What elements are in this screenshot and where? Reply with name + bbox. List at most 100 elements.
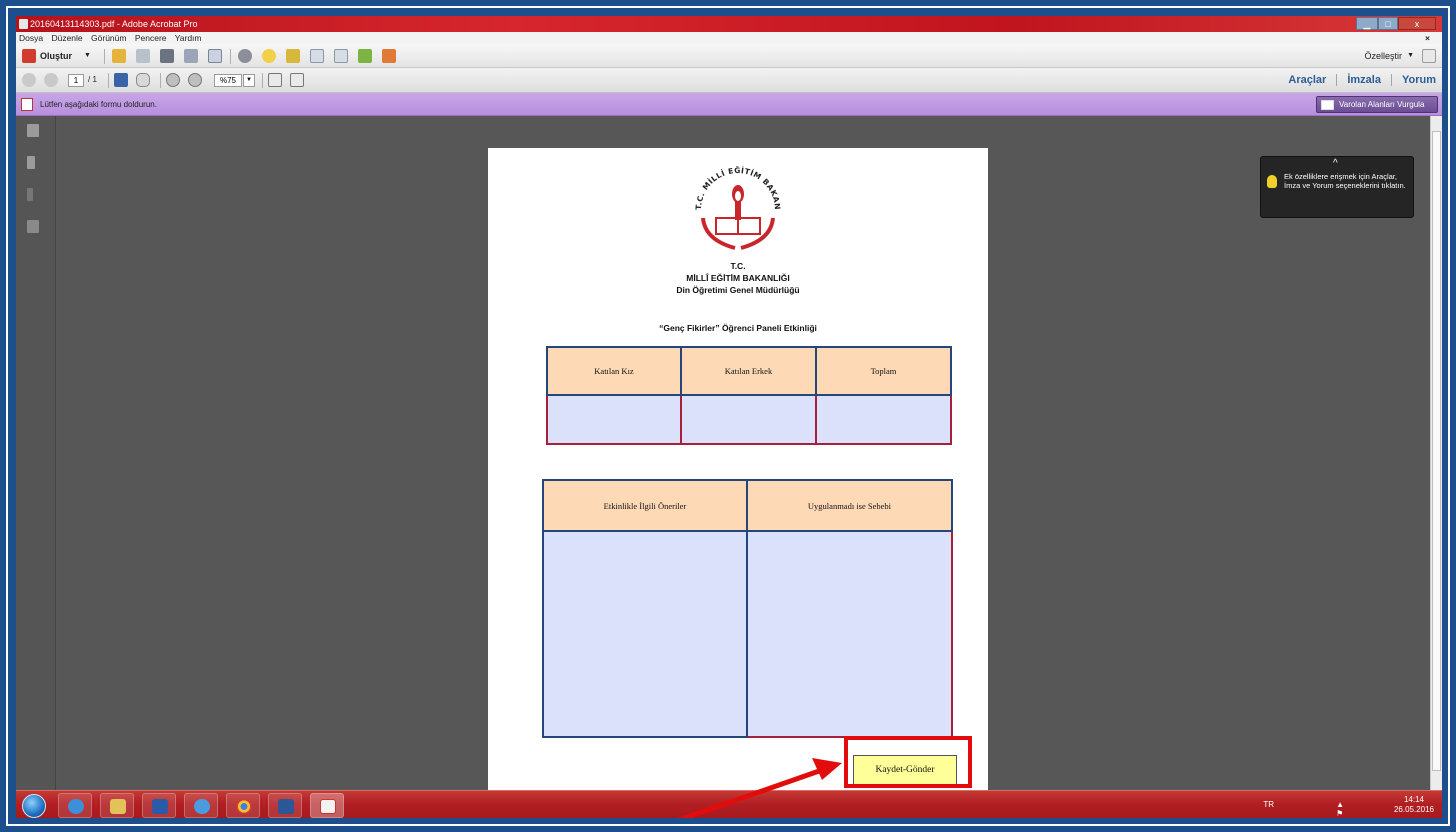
create-dropdown-chevron-icon[interactable]: ▼ <box>84 48 91 64</box>
taskbar-file-explorer[interactable] <box>100 793 134 818</box>
close-button[interactable]: x <box>1398 17 1436 30</box>
form-message-text: Lütfen aşağıdaki formu doldurun. <box>40 100 157 109</box>
create-pdf-icon[interactable] <box>22 49 36 63</box>
fit-page-icon[interactable] <box>268 73 282 87</box>
suggestions-field[interactable] <box>542 530 748 738</box>
callout-highlight-box <box>844 736 972 788</box>
customize-chevron-icon[interactable]: ▼ <box>1407 48 1414 64</box>
acrobat-app-icon <box>19 19 28 29</box>
word-icon <box>278 799 294 814</box>
close-document-button[interactable]: × <box>1425 32 1430 44</box>
create-button[interactable]: Oluştur <box>40 48 72 64</box>
zoom-out-icon[interactable] <box>166 73 180 87</box>
pdf-page: T.C. MİLLİ EĞİTİM BAKANLIĞI T.C. MİLLÎ E… <box>488 148 988 793</box>
clock-time: 14:14 <box>1403 795 1424 804</box>
collapse-caret-icon[interactable]: ^ <box>1333 159 1338 169</box>
taskbar-internet-explorer[interactable] <box>58 793 92 818</box>
customize-button[interactable]: Özelleştir <box>1364 48 1402 64</box>
form-document-icon <box>21 98 33 111</box>
language-indicator[interactable]: TR <box>1263 800 1274 809</box>
window-controls: ▁ □ x <box>1356 17 1436 30</box>
menu-item-edit[interactable]: Düzenle <box>51 33 82 43</box>
tooltip-text: Ek özelliklere erişmek için Araçlar, İmz… <box>1284 172 1406 190</box>
header-tc: T.C. <box>730 261 746 271</box>
page-number-input[interactable]: 1 <box>68 74 84 87</box>
next-page-icon[interactable] <box>44 73 58 87</box>
tools-link[interactable]: Araçlar <box>1288 74 1326 86</box>
attachments-paperclip-icon[interactable] <box>27 188 33 201</box>
select-cursor-icon[interactable] <box>114 73 128 87</box>
open-folder-icon[interactable] <box>112 49 126 63</box>
clock[interactable]: 14:14 26.05.2016 <box>1394 795 1434 815</box>
table-header-total: Toplam <box>815 346 952 396</box>
comment-link[interactable]: Yorum <box>1402 74 1436 86</box>
table-header-boys: Katılan Erkek <box>680 346 817 396</box>
zoom-dropdown-chevron-icon[interactable]: ▼ <box>243 74 255 87</box>
form-message-bar: Lütfen aşağıdaki formu doldurun. Varolan… <box>16 93 1442 116</box>
vertical-scrollbar[interactable] <box>1430 116 1442 790</box>
suggestions-table: Etkinlikle İlgili Öneriler Uygulanmadı i… <box>542 479 954 738</box>
taskbar-chrome[interactable] <box>226 793 260 818</box>
page-total-label: / 1 <box>88 75 97 84</box>
acrobat-pdf-icon <box>320 799 336 814</box>
zoom-in-icon[interactable] <box>188 73 202 87</box>
hand-tool-icon[interactable] <box>136 73 150 87</box>
fullscreen-expand-icon[interactable] <box>1422 49 1436 63</box>
start-button-icon[interactable] <box>22 794 46 818</box>
window-title-bar: 20160413114303.pdf - Adobe Acrobat Pro ▁… <box>16 16 1442 32</box>
menu-item-help[interactable]: Yardım <box>175 33 202 43</box>
zoom-level-input[interactable]: %75 <box>214 74 242 87</box>
participants-table: Katılan Kız Katılan Erkek Toplam <box>546 346 952 445</box>
menu-item-file[interactable]: Dosya <box>19 33 43 43</box>
bookmarks-icon[interactable] <box>27 156 35 169</box>
export-document-icon[interactable] <box>358 49 372 63</box>
email-icon[interactable] <box>208 49 222 63</box>
header-directorate: Din Öğretimi Genel Müdürlüğü <box>676 285 800 295</box>
highlight-fields-label: Varolan Alanları Vurgula <box>1339 100 1425 109</box>
save-icon[interactable] <box>136 49 150 63</box>
page-thumbnails-icon[interactable] <box>27 124 39 137</box>
svg-text:T.C. MİLLİ EĞİTİM BAKANLIĞI: T.C. MİLLİ EĞİTİM BAKANLIĞI <box>683 158 782 210</box>
fit-width-icon[interactable] <box>290 73 304 87</box>
girls-count-field[interactable] <box>546 394 682 445</box>
edit-document-icon[interactable] <box>184 49 198 63</box>
chrome-icon <box>236 799 252 814</box>
highlight-fields-icon <box>1321 100 1334 110</box>
browser-icon <box>194 799 210 814</box>
form-document-icon[interactable] <box>382 49 396 63</box>
highlight-pen-icon[interactable] <box>286 49 300 63</box>
left-navigation-panel <box>16 116 56 790</box>
header-ministry: MİLLÎ EĞİTİM BAKANLIĞI <box>686 273 790 283</box>
table-header-girls: Katılan Kız <box>546 346 682 396</box>
scrollbar-thumb[interactable] <box>1432 131 1441 771</box>
signatures-icon[interactable] <box>27 220 39 233</box>
table-header-suggestions: Etkinlikle İlgili Öneriler <box>542 479 748 532</box>
previous-page-icon[interactable] <box>22 73 36 87</box>
taskbar-acrobat[interactable] <box>310 793 344 818</box>
menu-item-view[interactable]: Görünüm <box>91 33 126 43</box>
maximize-button[interactable]: □ <box>1378 17 1398 30</box>
table-header-reason: Uygulanmadı ise Sebebi <box>745 479 954 532</box>
print-icon[interactable] <box>160 49 174 63</box>
comment-bubble-icon[interactable] <box>262 49 276 63</box>
tray-icons[interactable]: ▲ ⚑ ▭ ◂) <box>1336 800 1344 818</box>
total-count-field[interactable] <box>815 394 952 445</box>
internet-explorer-icon <box>68 799 84 814</box>
settings-gear-icon[interactable] <box>238 49 252 63</box>
menu-item-window[interactable]: Pencere <box>135 33 167 43</box>
reason-field[interactable] <box>745 530 954 738</box>
form-title: “Genç Fikirler” Öğrenci Paneli Etkinliği <box>659 323 817 333</box>
taskbar-browser[interactable] <box>184 793 218 818</box>
boys-count-field[interactable] <box>680 394 817 445</box>
highlight-fields-button[interactable]: Varolan Alanları Vurgula <box>1316 96 1438 113</box>
lightbulb-icon <box>1267 175 1277 188</box>
task-pane-links: Araçlar İmzala Yorum <box>1278 72 1436 88</box>
window-title: 20160413114303.pdf - Adobe Acrobat Pro <box>30 19 198 29</box>
document-search-icon[interactable] <box>334 49 348 63</box>
sign-link[interactable]: İmzala <box>1347 74 1381 86</box>
taskbar-media-player[interactable] <box>142 793 176 818</box>
taskbar-word[interactable] <box>268 793 302 818</box>
ministry-logo: T.C. MİLLİ EĞİTİM BAKANLIĞI <box>683 158 782 250</box>
minimize-button[interactable]: ▁ <box>1356 17 1378 30</box>
document-page-icon[interactable] <box>310 49 324 63</box>
